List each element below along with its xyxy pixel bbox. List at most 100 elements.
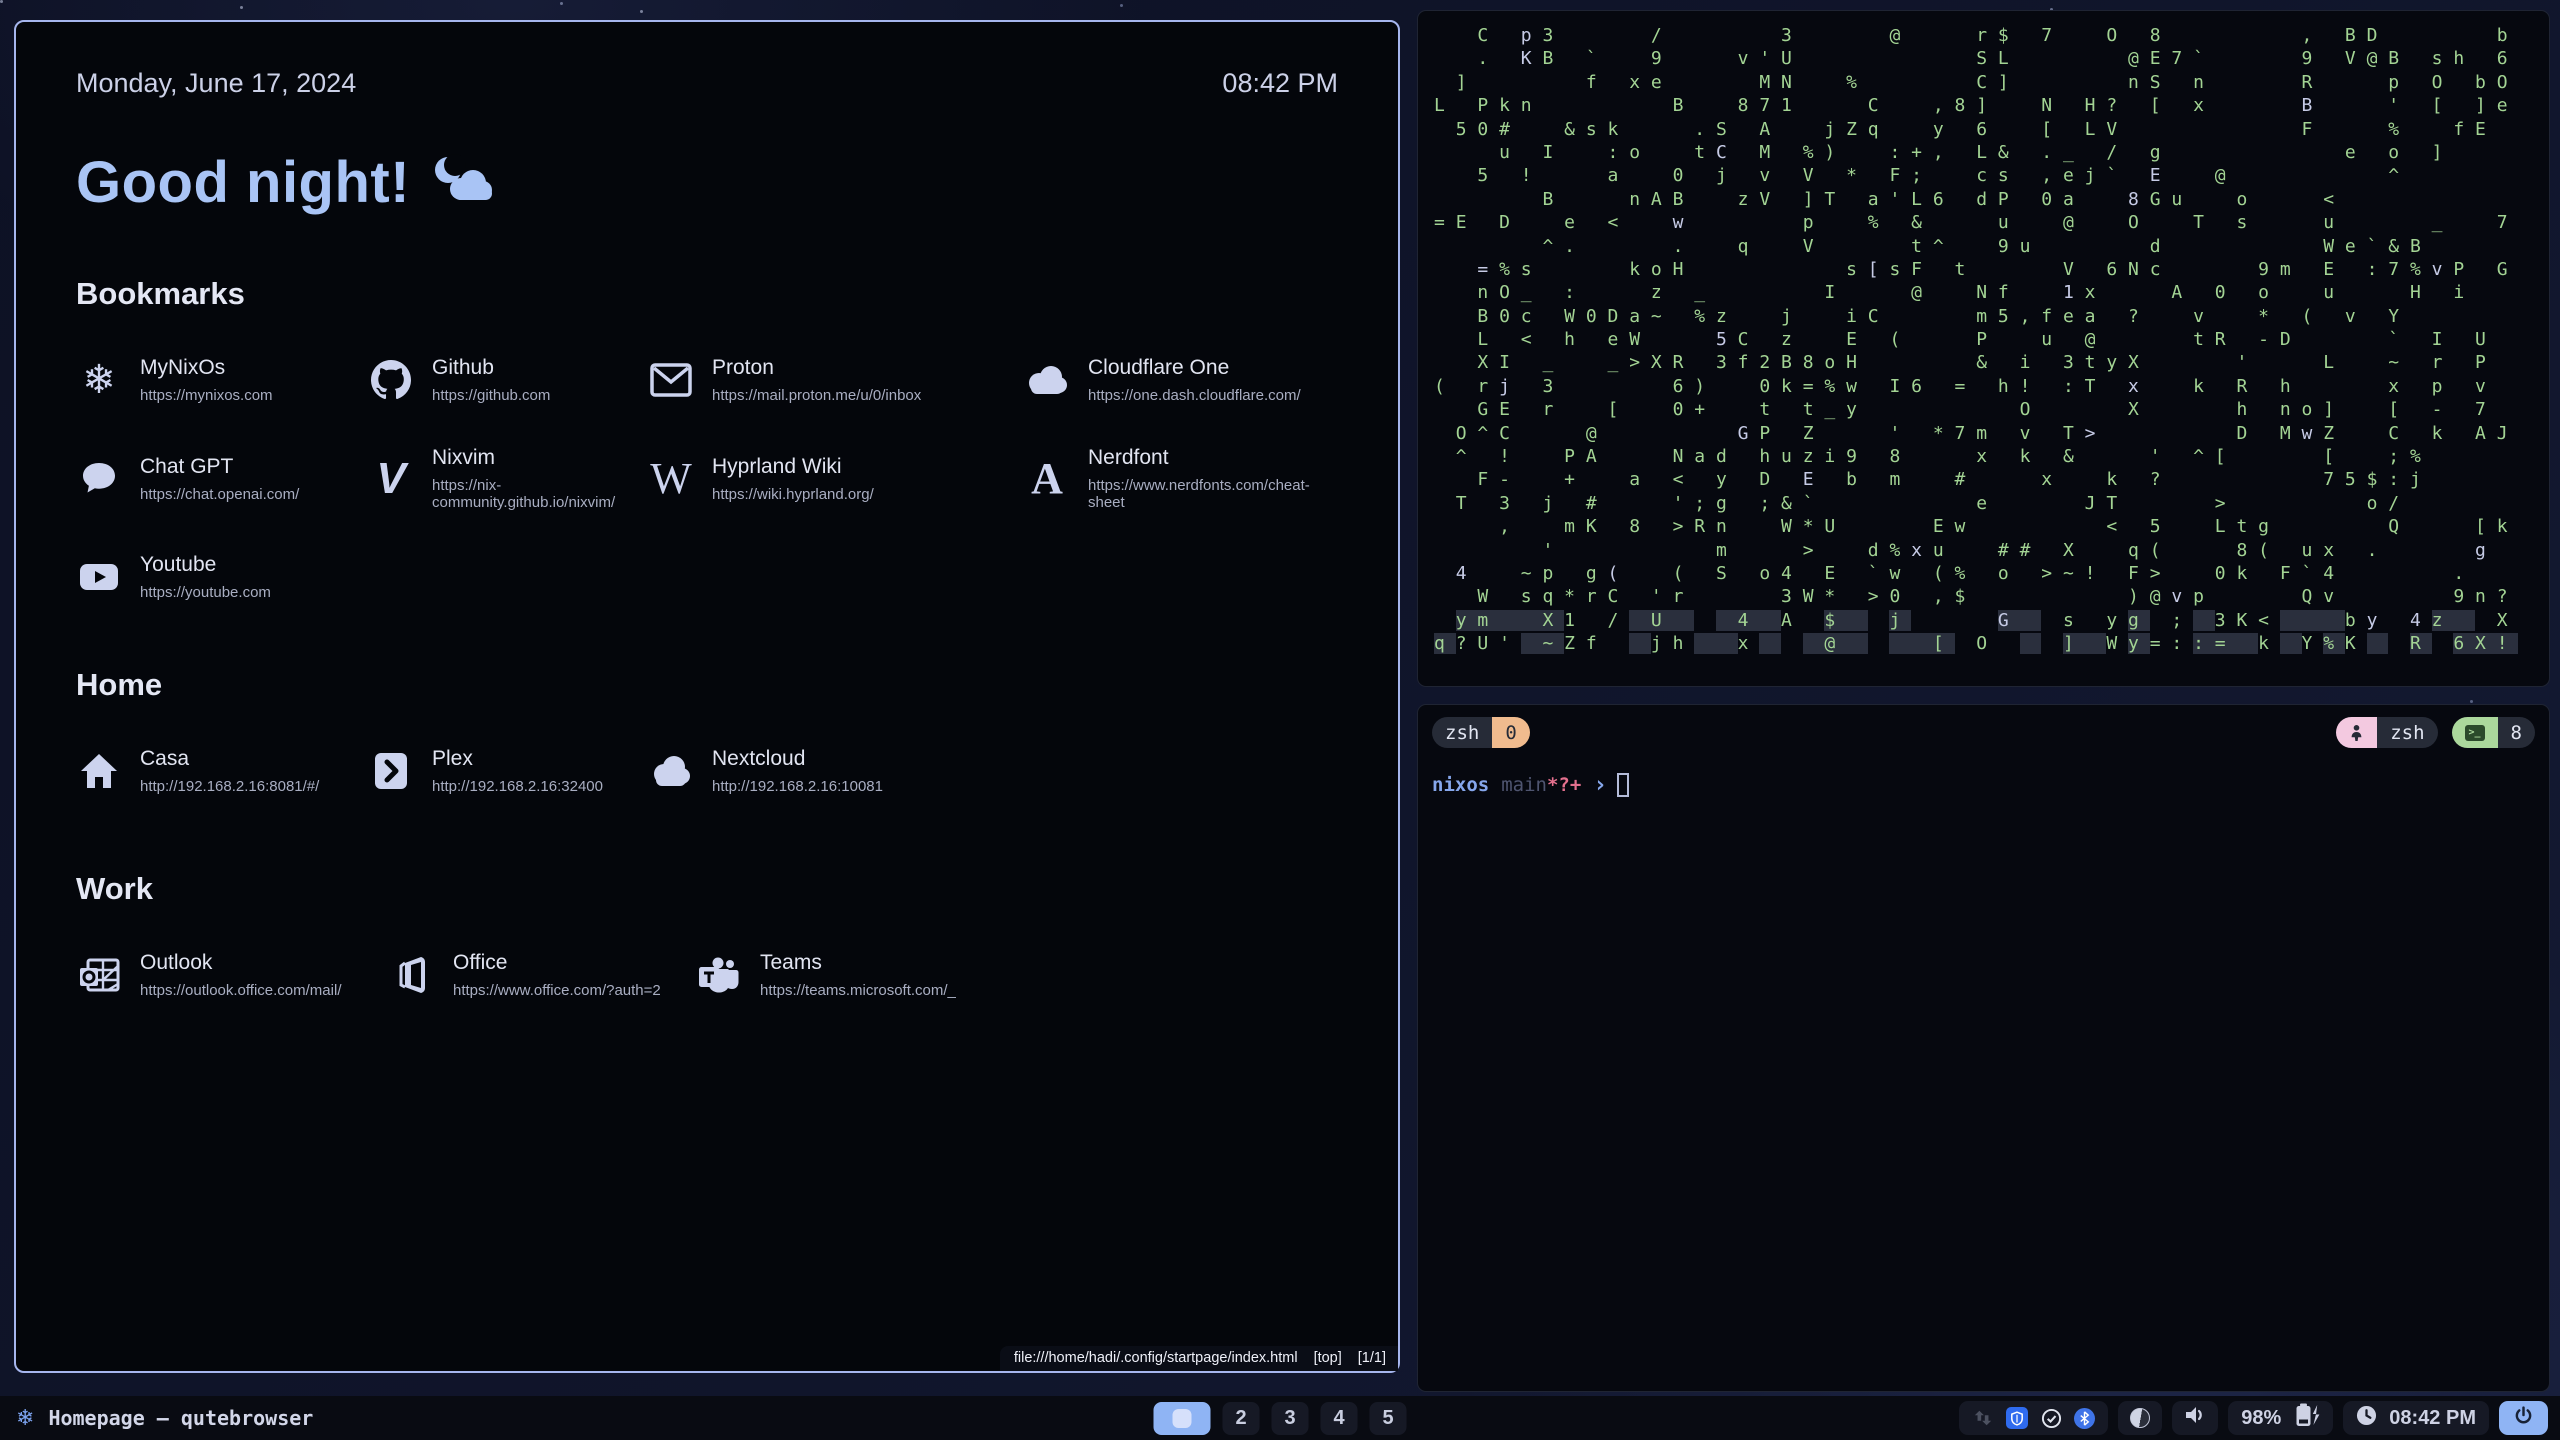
tmux-session-user-pill: zsh — [2336, 717, 2437, 748]
bookmark-name: Youtube — [140, 553, 271, 577]
bookmark-name: Github — [432, 356, 550, 380]
prompt-symbol: › — [1593, 772, 1607, 798]
bookmark-github[interactable]: Github https://github.com — [368, 356, 648, 404]
workspace-button-5[interactable]: 5 — [1370, 1402, 1407, 1435]
workspace-label: 3 — [1284, 1407, 1295, 1430]
youtube-play-icon — [76, 554, 122, 600]
bookmark-teams[interactable]: Teams https://teams.microsoft.com/_ — [696, 951, 1338, 999]
power-icon — [2513, 1405, 2534, 1432]
bookmark-url: https://one.dash.cloudflare.com/ — [1088, 387, 1301, 404]
section-title-bookmarks: Bookmarks — [76, 276, 1338, 312]
workspace-button-2[interactable]: 2 — [1223, 1402, 1260, 1435]
waybar: ❄ Homepage — qutebrowser 2 3 4 5 — [0, 1396, 2560, 1440]
qutebrowser-statusbar: file:///home/hadi/.config/startpage/inde… — [1000, 1346, 1398, 1371]
bookmark-url: https://teams.microsoft.com/_ — [760, 982, 956, 999]
mail-envelope-icon — [648, 357, 694, 403]
cloud-icon — [648, 748, 694, 794]
bookmark-plex[interactable]: Plex http://192.168.2.16:32400 — [368, 747, 648, 795]
tmux-session-user: zsh — [2377, 717, 2437, 748]
sync-arrows-icon[interactable] — [1972, 1407, 1994, 1429]
bookmark-url: https://wiki.hyprland.org/ — [712, 486, 874, 503]
bookmark-name: Office — [453, 951, 661, 975]
bookmark-hyprland-wiki[interactable]: W Hyprland Wiki https://wiki.hyprland.or… — [648, 446, 1024, 511]
bookmark-chatgpt[interactable]: Chat GPT https://chat.openai.com/ — [76, 446, 368, 511]
terminal-matrix-window[interactable]: C p 3 / 3 @ r $ 7 O 8 , B D b . K B ` 9 … — [1417, 10, 2550, 687]
workspace-label: 2 — [1235, 1407, 1246, 1430]
workspace-button-1[interactable] — [1154, 1402, 1211, 1435]
battery-percent: 98% — [2241, 1407, 2281, 1430]
bookmark-mynixos[interactable]: ❄ MyNixOs https://mynixos.com — [76, 356, 368, 404]
workspace-label: 4 — [1333, 1407, 1344, 1430]
active-workspace-indicator — [1173, 1409, 1192, 1428]
bookmark-url: https://mynixos.com — [140, 387, 273, 404]
chat-bubble-icon — [76, 456, 122, 502]
terminal-cursor — [1617, 773, 1629, 797]
bookmark-url: http://192.168.2.16:8081/#/ — [140, 778, 319, 795]
letter-v-icon: V — [368, 456, 414, 502]
bookmark-outlook[interactable]: Outlook https://outlook.office.com/mail/ — [76, 951, 389, 999]
battery-module[interactable]: 98% — [2228, 1401, 2333, 1435]
moon-cloud-icon — [428, 153, 494, 212]
bookmark-office[interactable]: Office https://www.office.com/?auth=2 — [389, 951, 696, 999]
tmux-window-tab[interactable]: zsh 0 — [1432, 717, 1530, 748]
date-label: Monday, June 17, 2024 — [76, 68, 356, 99]
letter-a-icon: A — [1024, 456, 1070, 502]
nix-snowflake-icon: ❄ — [16, 1406, 34, 1431]
outlook-icon — [76, 952, 122, 998]
office-icon — [389, 952, 435, 998]
bookmark-url: https://youtube.com — [140, 584, 271, 601]
battery-charging-icon — [2293, 1403, 2320, 1433]
terminal-shell-window[interactable]: zsh 0 zsh >_ 8 nixos main *?+ › — [1417, 704, 2550, 1392]
nightlight-toggle[interactable] — [2118, 1401, 2162, 1435]
bitwarden-shield-icon[interactable] — [2006, 1407, 2028, 1429]
bookmark-url: https://www.nerdfonts.com/cheat-sheet — [1088, 477, 1338, 511]
power-button[interactable] — [2499, 1401, 2548, 1435]
teams-icon — [696, 952, 742, 998]
workspace-button-3[interactable]: 3 — [1272, 1402, 1309, 1435]
user-icon — [2336, 717, 2377, 748]
statusbar-tab-count: [1/1] — [1358, 1350, 1386, 1366]
section-title-work: Work — [76, 871, 1338, 907]
bookmark-nerdfont[interactable]: A Nerdfont https://www.nerdfonts.com/che… — [1024, 446, 1338, 511]
bluetooth-icon[interactable] — [2074, 1408, 2095, 1429]
qutebrowser-window[interactable]: Monday, June 17, 2024 08:42 PM Good nigh… — [14, 20, 1400, 1373]
waybar-right-modules: 98% 08:42 PM — [1959, 1401, 2560, 1435]
tmux-pane-count-pill: >_ 8 — [2452, 717, 2535, 748]
workspace-label: 5 — [1382, 1407, 1393, 1430]
bookmark-cloudflare-one[interactable]: Cloudflare One https://one.dash.cloudfla… — [1024, 356, 1338, 404]
bookmark-url: http://192.168.2.16:32400 — [432, 778, 603, 795]
bookmark-url: https://mail.proton.me/u/0/inbox — [712, 387, 921, 404]
tmux-window-index: 0 — [1492, 717, 1529, 748]
bookmark-url: https://github.com — [432, 387, 550, 404]
clock-icon — [2356, 1405, 2377, 1432]
check-circle-icon[interactable] — [2040, 1407, 2062, 1429]
clock-module[interactable]: 08:42 PM — [2343, 1401, 2489, 1435]
greeting-title: Good night! — [76, 149, 410, 216]
clock-label: 08:42 PM — [1222, 68, 1338, 99]
bookmark-name: Nextcloud — [712, 747, 883, 771]
bookmark-url: https://www.office.com/?auth=2 — [453, 982, 661, 999]
statusbar-scroll-position: [top] — [1314, 1350, 1342, 1366]
volume-module[interactable] — [2172, 1401, 2218, 1435]
tmux-pane-count: 8 — [2498, 717, 2535, 748]
system-tray — [1959, 1401, 2108, 1435]
bookmark-name: Hyprland Wiki — [712, 455, 874, 479]
matrix-rain: C p 3 / 3 @ r $ 7 O 8 , B D b . K B ` 9 … — [1434, 25, 2533, 657]
section-title-home: Home — [76, 667, 1338, 703]
bookmark-nextcloud[interactable]: Nextcloud http://192.168.2.16:10081 — [648, 747, 1338, 795]
bookmark-youtube[interactable]: Youtube https://youtube.com — [76, 553, 368, 601]
letter-w-icon: W — [648, 456, 694, 502]
bookmark-name: Teams — [760, 951, 956, 975]
cloud-icon — [1024, 357, 1070, 403]
bookmark-casa[interactable]: Casa http://192.168.2.16:8081/#/ — [76, 747, 368, 795]
terminal-icon: >_ — [2452, 717, 2498, 748]
bookmark-name: Casa — [140, 747, 319, 771]
bookmark-nixvim[interactable]: V Nixvim https://nix-community.github.io… — [368, 446, 648, 511]
work-grid: Outlook https://outlook.office.com/mail/… — [76, 951, 1338, 999]
workspace-button-4[interactable]: 4 — [1321, 1402, 1358, 1435]
shell-prompt[interactable]: nixos main *?+ › — [1432, 772, 2535, 798]
waybar-window-title-module: ❄ Homepage — qutebrowser — [0, 1406, 313, 1431]
tmux-statusbar: zsh 0 zsh >_ 8 — [1432, 717, 2535, 748]
bookmark-proton[interactable]: Proton https://mail.proton.me/u/0/inbox — [648, 356, 1024, 404]
speaker-icon — [2184, 1405, 2206, 1431]
